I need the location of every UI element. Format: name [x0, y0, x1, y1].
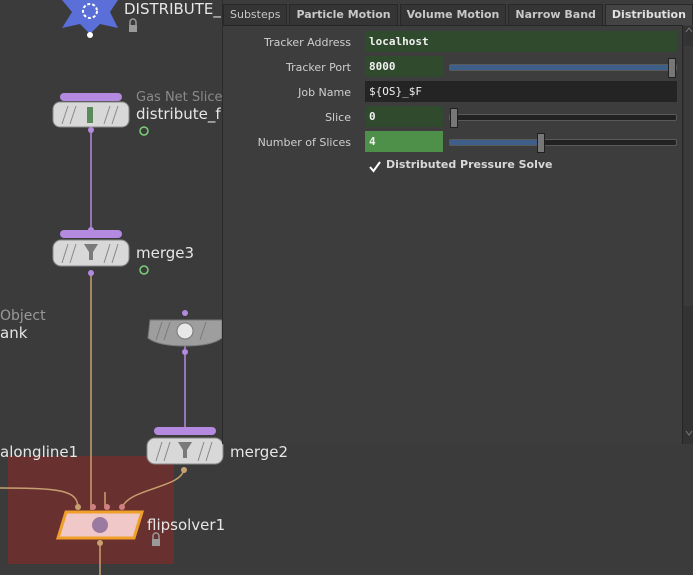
- tab-substeps[interactable]: Substeps: [223, 4, 288, 25]
- number-of-slices-label: Number of Slices: [257, 136, 351, 149]
- number-of-slices-slider[interactable]: [449, 133, 677, 153]
- tab-bar: Substeps Particle Motion Volume Motion N…: [223, 4, 693, 26]
- scroll-arrows: [684, 27, 693, 436]
- tracker-port-slider-handle[interactable]: [668, 58, 676, 78]
- merge3-node[interactable]: [52, 227, 149, 276]
- tab-volume-motion[interactable]: Volume Motion: [399, 4, 507, 25]
- job-name-label: Job Name: [298, 86, 351, 99]
- distribute-f-label: distribute_f: [136, 105, 221, 123]
- tracker-port-slider-fill: [450, 65, 671, 70]
- tab-distribution[interactable]: Distribution: [604, 4, 693, 25]
- number-of-slices-field[interactable]: 4: [365, 131, 443, 152]
- tank-label: ank: [0, 324, 28, 342]
- tab-particle-motion[interactable]: Particle Motion: [289, 4, 398, 25]
- merge3-label: merge3: [136, 244, 195, 262]
- slice-slider[interactable]: [449, 108, 677, 128]
- merge2-label: merge2: [230, 443, 289, 461]
- gas-net-slice-node[interactable]: [52, 93, 149, 136]
- tracker-address-label: Tracker Address: [264, 36, 351, 49]
- distribute-node-label: DISTRIBUTE_: [124, 0, 221, 18]
- tracker-port-field[interactable]: 8000: [365, 56, 443, 77]
- tab-narrow-band[interactable]: Narrow Band: [508, 4, 603, 25]
- distributed-pressure-checkbox[interactable]: [369, 158, 381, 173]
- scrollbar[interactable]: [682, 26, 693, 444]
- slice-label: Slice: [325, 111, 351, 124]
- tracker-port-slider[interactable]: [449, 58, 677, 78]
- job-name-field[interactable]: ${OS}_$F: [365, 81, 677, 102]
- flipsolver-label: flipsolver1: [147, 516, 226, 534]
- tracker-port-label: Tracker Port: [286, 61, 351, 74]
- number-of-slices-slider-fill: [450, 140, 540, 145]
- slice-slider-handle[interactable]: [450, 108, 458, 128]
- distributed-pressure-label: Distributed Pressure Solve: [386, 158, 553, 171]
- parameter-panel: Substeps Particle Motion Volume Motion N…: [222, 0, 693, 444]
- alongline-label: alongline1: [0, 443, 79, 461]
- tracker-address-field[interactable]: localhost: [365, 31, 677, 52]
- lock-icon: [129, 18, 137, 32]
- distribute-node[interactable]: [62, 0, 118, 38]
- object-type-label: Object: [0, 308, 46, 324]
- checkmark-icon: [369, 161, 381, 173]
- gas-net-slice-type-label: Gas Net Slice: [136, 90, 223, 105]
- slice-field[interactable]: 0: [365, 106, 443, 127]
- number-of-slices-slider-handle[interactable]: [537, 133, 545, 153]
- distribution-tab-content: Tracker Address localhost Tracker Port 8…: [223, 26, 683, 444]
